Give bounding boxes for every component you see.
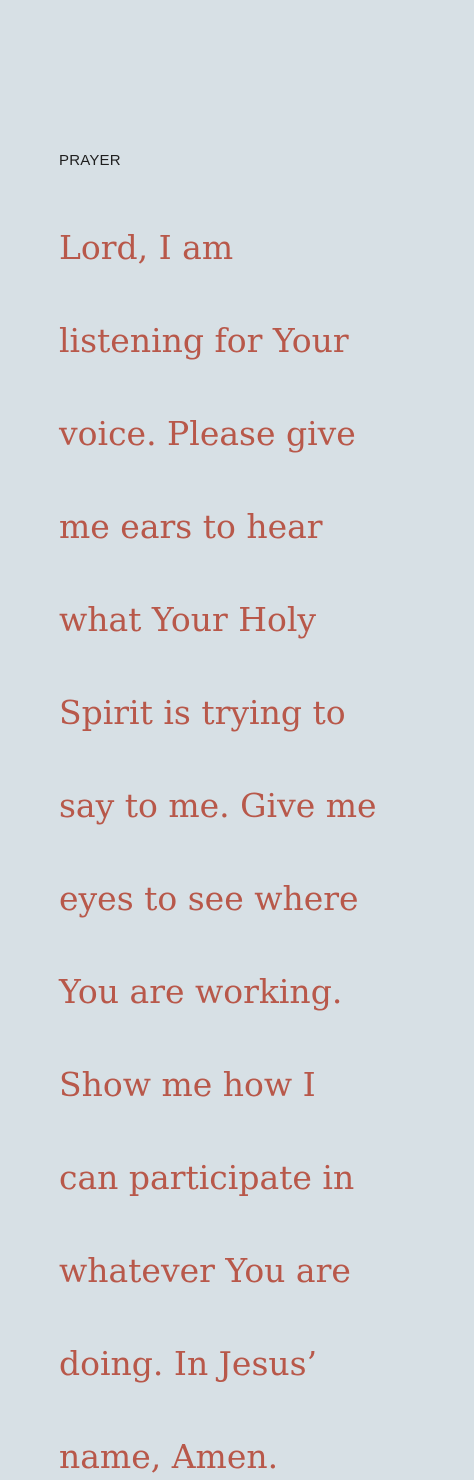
- prayer-line: whatever You are: [59, 1250, 351, 1290]
- prayer-line: can participate in: [59, 1157, 355, 1197]
- prayer-line: listening for Your: [59, 320, 349, 360]
- prayer-line: You are working.: [59, 971, 343, 1011]
- prayer-line: eyes to see where: [59, 878, 359, 918]
- prayer-line: what Your Holy: [59, 599, 317, 639]
- prayer-line: doing. In Jesus’: [59, 1343, 318, 1383]
- prayer-line: Show me how I: [59, 1064, 316, 1104]
- prayer-line: Spirit is trying to: [59, 692, 346, 732]
- prayer-line: voice. Please give: [59, 413, 356, 453]
- prayer-line: Lord, I am: [59, 227, 234, 267]
- prayer-line: say to me. Give me: [59, 785, 377, 825]
- prayer-card: PRAYER Lord, I am listening for Your voi…: [59, 152, 459, 1480]
- prayer-line: name, Amen.: [59, 1436, 279, 1476]
- section-label: PRAYER: [59, 152, 121, 169]
- prayer-line: me ears to hear: [59, 506, 323, 546]
- prayer-text: Lord, I am listening for Your voice. Ple…: [59, 178, 459, 1480]
